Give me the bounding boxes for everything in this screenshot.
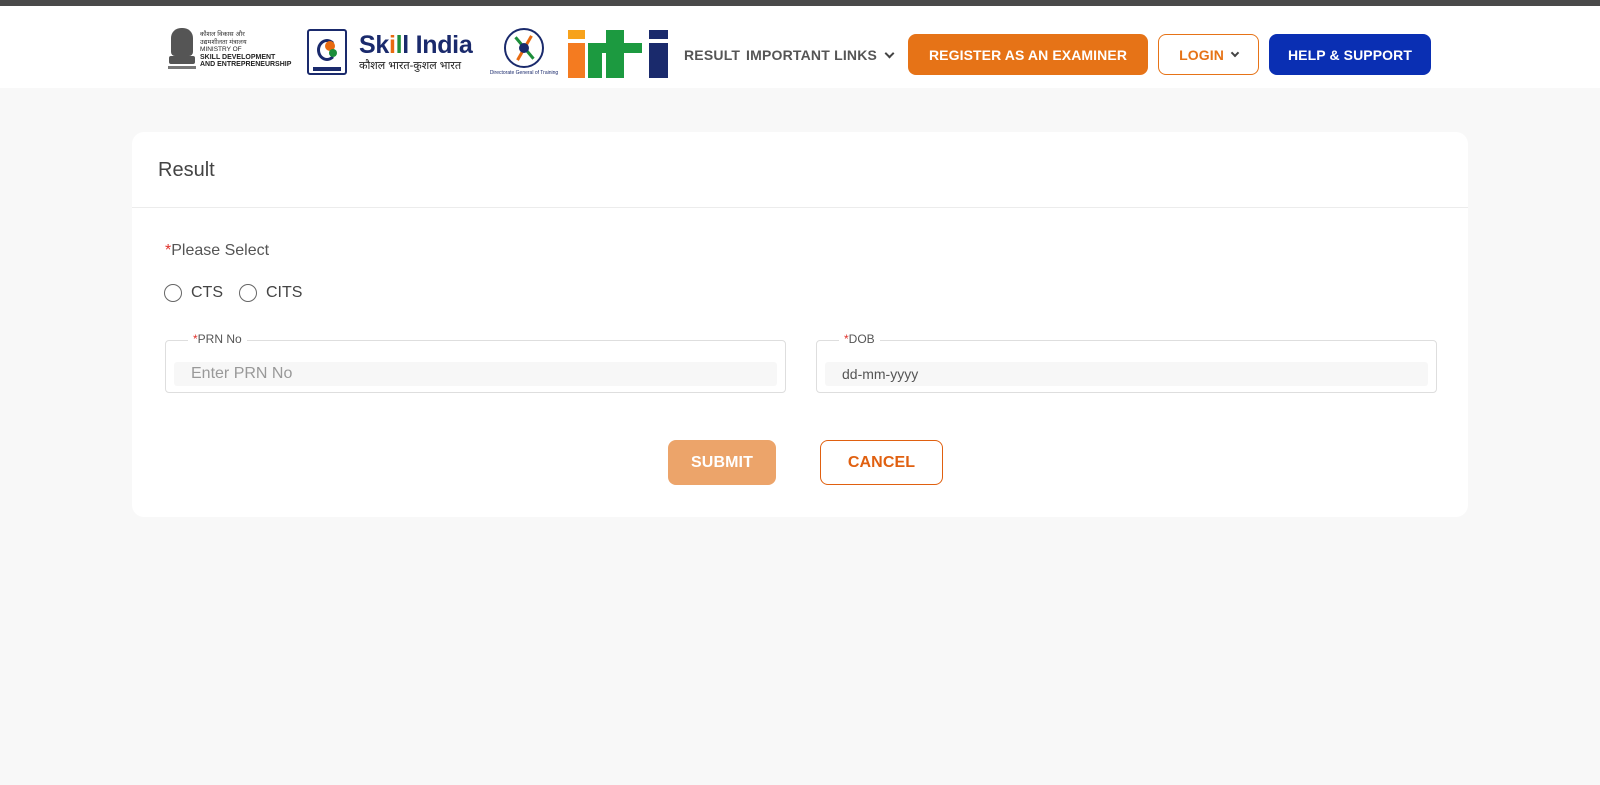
dgt-wheel-icon bbox=[504, 28, 544, 68]
radio-cts[interactable] bbox=[164, 284, 182, 302]
skill-india-logo[interactable]: Skill India कौशल भारत-कुशल भारत bbox=[307, 26, 482, 78]
nav-result-link[interactable]: RESULT bbox=[684, 47, 740, 63]
skill-india-tagline: कौशल भारत-कुशल भारत bbox=[359, 60, 462, 72]
login-button-label: LOGIN bbox=[1179, 46, 1224, 63]
nav-important-links-label: IMPORTANT LINKS bbox=[746, 47, 878, 63]
result-card: Result *Please Select CTS CITS *PRN No E… bbox=[132, 132, 1468, 517]
card-divider bbox=[132, 207, 1468, 208]
radio-cits-label[interactable]: CITS bbox=[266, 284, 302, 302]
ministry-logo-text: कौशल विकास और उद्यमशीलता मंत्रालय MINIST… bbox=[200, 31, 291, 69]
dob-field-label: *DOB bbox=[839, 332, 880, 346]
chevron-down-icon bbox=[1230, 48, 1240, 57]
ministry-logo[interactable]: कौशल विकास और उद्यमशीलता मंत्रालय MINIST… bbox=[168, 24, 298, 76]
nav-important-links-dropdown[interactable]: IMPORTANT LINKS bbox=[746, 47, 895, 63]
iti-logo-icon[interactable] bbox=[568, 30, 669, 78]
page-title: Result bbox=[158, 159, 215, 181]
ministry-hindi-line-2: उद्यमशीलता मंत्रालय bbox=[200, 38, 247, 46]
skill-india-icon bbox=[307, 29, 347, 75]
chevron-down-icon bbox=[884, 48, 895, 58]
ministry-hindi-line-1: कौशल विकास और bbox=[200, 31, 245, 39]
skill-india-wordmark: Skill India bbox=[359, 31, 473, 59]
dgt-logo[interactable]: Directorate General of Training bbox=[488, 28, 560, 80]
national-emblem-icon bbox=[168, 26, 196, 74]
prn-field-label: *PRN No bbox=[188, 332, 247, 346]
radio-cts-label[interactable]: CTS bbox=[191, 284, 223, 302]
cancel-button[interactable]: CANCEL bbox=[820, 440, 943, 485]
submit-button[interactable]: SUBMIT bbox=[668, 440, 776, 485]
ministry-line-3: AND ENTREPRENEURSHIP bbox=[200, 61, 292, 69]
prn-field: *PRN No Enter PRN No bbox=[165, 332, 786, 393]
register-examiner-button[interactable]: REGISTER AS AN EXAMINER bbox=[908, 34, 1148, 75]
ministry-line-1: MINISTRY OF bbox=[200, 46, 242, 54]
please-select-label: *Please Select bbox=[165, 242, 270, 259]
dob-field: *DOB dd-mm-yyyy bbox=[816, 332, 1437, 393]
login-dropdown-button[interactable]: LOGIN bbox=[1158, 34, 1259, 75]
radio-cits[interactable] bbox=[239, 284, 257, 302]
site-header: कौशल विकास और उद्यमशीलता मंत्रालय MINIST… bbox=[0, 6, 1600, 88]
exam-type-radio-group: CTS CITS bbox=[164, 284, 302, 302]
ministry-line-2: SKILL DEVELOPMENT bbox=[200, 53, 276, 61]
dob-input[interactable]: dd-mm-yyyy bbox=[825, 362, 1428, 386]
prn-input[interactable]: Enter PRN No bbox=[174, 362, 777, 386]
help-support-button[interactable]: HELP & SUPPORT bbox=[1269, 34, 1431, 75]
dgt-logo-text: Directorate General of Training bbox=[489, 70, 559, 76]
